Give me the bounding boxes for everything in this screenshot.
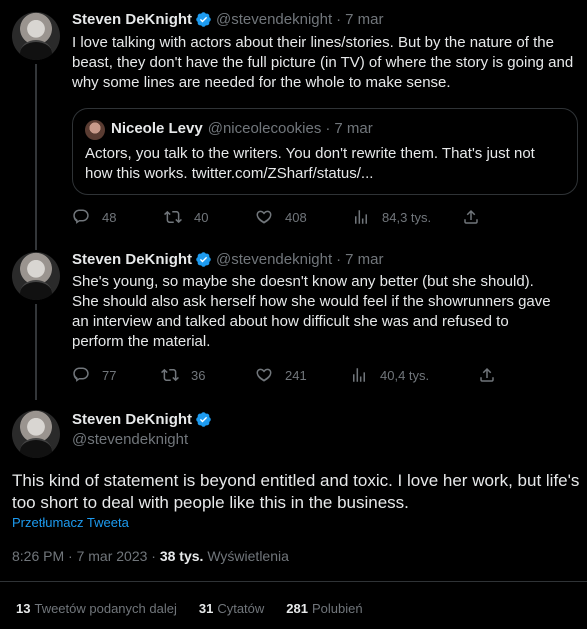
tweet-1[interactable]: Steven DeKnight @stevendeknight · 7 mar … <box>0 0 587 244</box>
heart-icon <box>256 368 272 382</box>
share-button[interactable] <box>478 366 496 384</box>
tweet-text: She's young, so maybe she doesn't know a… <box>72 273 551 350</box>
views-button[interactable]: 40,4 tys. <box>350 366 478 384</box>
like-button[interactable]: 408 <box>255 208 352 226</box>
thread-line <box>35 64 37 244</box>
reply-icon <box>73 209 89 224</box>
views-label: Wyświetlenia <box>203 548 289 564</box>
translate-tweet-link[interactable]: Przetłumacz Tweeta <box>12 515 129 530</box>
likes-stat[interactable]: 281 Polubień <box>286 601 362 616</box>
tweet-header: Steven DeKnight @stevendeknight · 7 mar <box>72 11 384 28</box>
thread-line <box>35 304 37 400</box>
views-button[interactable]: 84,3 tys. <box>352 208 462 226</box>
separator-dot: · <box>325 120 331 137</box>
quote-author-name: Niceole Levy <box>111 120 203 137</box>
retweet-button[interactable]: 36 <box>161 366 255 384</box>
verified-icon <box>195 251 212 268</box>
tweet-time[interactable]: 7 mar <box>345 11 383 28</box>
likes-count: 281 <box>286 601 308 616</box>
share-button[interactable] <box>462 208 480 226</box>
views-count: 40,4 tys. <box>380 367 430 383</box>
reply-count: 77 <box>102 367 117 383</box>
quotes-label: Cytatów <box>217 601 265 616</box>
separator-dot: · <box>336 11 342 28</box>
tweet-meta: 8:26 PM · 7 mar 2023 · 38 tys. Wyświetle… <box>12 548 289 564</box>
analytics-icon <box>353 368 365 382</box>
retweets-stat[interactable]: 13 Tweetów podanych dalej <box>16 601 177 616</box>
tweet-header: Steven DeKnight @stevendeknight · 7 mar <box>72 251 384 268</box>
tweet-actions: 48 40 408 84,3 tys. <box>72 208 480 226</box>
likes-label: Polubień <box>311 601 363 616</box>
like-count: 241 <box>285 367 307 383</box>
verified-icon <box>195 411 212 428</box>
separator-dot: · <box>336 251 342 268</box>
avatar[interactable] <box>12 12 60 60</box>
retweets-count: 13 <box>16 601 31 616</box>
retweets-label: Tweetów podanych dalej <box>34 601 177 616</box>
views-count: 84,3 tys. <box>382 209 432 225</box>
quote-author-handle: @niceolecookies <box>207 120 322 137</box>
retweet-count: 40 <box>194 209 209 225</box>
tweet-2[interactable]: Steven DeKnight @stevendeknight · 7 mar … <box>0 240 587 400</box>
author-handle[interactable]: @stevendeknight <box>72 431 188 448</box>
divider <box>0 581 587 582</box>
quotes-stat[interactable]: 31 Cytatów <box>199 601 264 616</box>
thread-line <box>35 240 37 250</box>
quote-header: Niceole Levy @niceolecookies · 7 mar <box>111 120 373 137</box>
quotes-count: 31 <box>198 601 214 616</box>
retweet-button[interactable]: 40 <box>164 208 255 226</box>
quote-time: 7 mar <box>334 120 373 137</box>
tweet-time[interactable]: 7 mar <box>345 251 383 268</box>
main-tweet-text: This kind of statement is beyond entitle… <box>12 471 580 512</box>
retweet-icon <box>161 368 179 382</box>
author-handle[interactable]: @stevendeknight <box>216 251 332 268</box>
avatar[interactable] <box>12 410 60 458</box>
views-count: 38 tys. <box>159 548 204 564</box>
tweet-actions: 77 36 241 40,4 tys. <box>72 366 496 384</box>
analytics-icon <box>355 210 367 224</box>
share-icon <box>480 367 494 382</box>
share-icon <box>464 209 478 224</box>
tweet-text: I love talking with actors about their l… <box>72 34 574 91</box>
author-name[interactable]: Steven DeKnight <box>72 11 192 28</box>
avatar[interactable] <box>12 252 60 300</box>
quoted-tweet[interactable]: Niceole Levy @niceolecookies · 7 mar Act… <box>72 108 578 195</box>
reply-button[interactable]: 77 <box>72 366 161 384</box>
author-handle[interactable]: @stevendeknight <box>216 11 332 28</box>
author-name[interactable]: Steven DeKnight <box>72 411 192 428</box>
like-count: 408 <box>285 209 307 225</box>
quote-avatar <box>85 120 105 140</box>
reply-count: 48 <box>102 209 117 225</box>
author-name[interactable]: Steven DeKnight <box>72 251 192 268</box>
verified-icon <box>195 11 212 28</box>
quote-text: Actors, you talk to the writers. You don… <box>85 145 535 182</box>
like-button[interactable]: 241 <box>255 366 350 384</box>
timestamp[interactable]: 8:26 PM · 7 mar 2023 · <box>12 548 160 564</box>
heart-icon <box>256 210 272 224</box>
reply-icon <box>73 367 89 382</box>
engagement-stats: 13 Tweetów podanych dalej 31 Cytatów 281 Po… <box>16 601 363 616</box>
retweet-count: 36 <box>191 367 206 383</box>
main-author: Steven DeKnight <box>72 411 216 428</box>
retweet-icon <box>164 210 182 224</box>
reply-button[interactable]: 48 <box>72 208 164 226</box>
